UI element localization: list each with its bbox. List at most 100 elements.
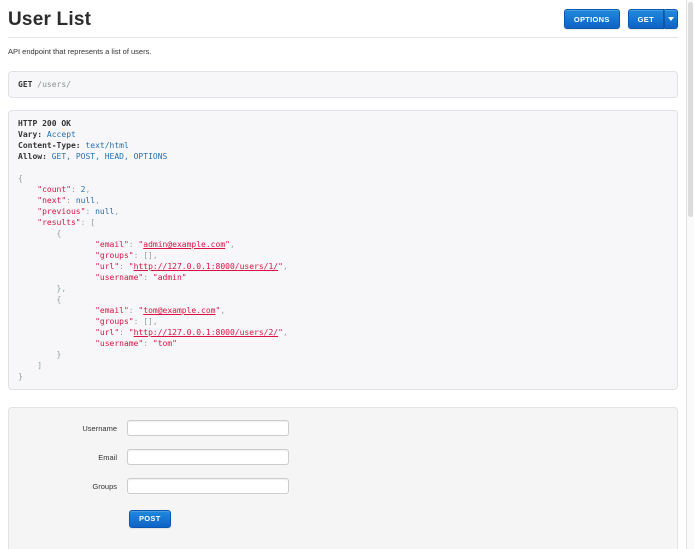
- code-segment: :: [143, 339, 153, 348]
- code-line: Content-Type: text/html: [18, 140, 668, 151]
- code-line: "url": "http://127.0.0.1:8000/users/2/",: [18, 327, 668, 338]
- code-segment: :: [71, 185, 81, 194]
- code-line: "email": "admin@example.com",: [18, 239, 668, 250]
- code-segment: "tom": [153, 339, 177, 348]
- code-line: "count": 2,: [18, 184, 668, 195]
- code-segment: ,: [230, 240, 235, 249]
- code-segment: "results": [37, 218, 80, 227]
- groups-label: Groups: [9, 478, 117, 491]
- code-segment: [18, 262, 95, 271]
- form-row-groups: Groups: [9, 478, 677, 494]
- code-line: }: [18, 371, 668, 382]
- code-segment: [18, 196, 37, 205]
- code-segment: : [: [81, 218, 95, 227]
- header-divider: [8, 37, 678, 38]
- response-body: HTTP 200 OKVary: AcceptContent-Type: tex…: [8, 110, 678, 390]
- code-segment: :: [143, 273, 153, 282]
- code-segment: text/html: [85, 141, 128, 150]
- endpoint-description: API endpoint that represents a list of u…: [8, 47, 678, 56]
- code-line: "groups": [],: [18, 250, 668, 261]
- code-segment: :: [66, 196, 76, 205]
- code-line: "next": null,: [18, 195, 668, 206]
- code-line: }: [18, 349, 668, 360]
- code-segment: ,: [95, 196, 100, 205]
- code-segment: :: [129, 306, 139, 315]
- code-segment: "username": [95, 339, 143, 348]
- code-segment: null: [95, 207, 114, 216]
- code-segment: [18, 361, 37, 370]
- code-segment: [18, 306, 95, 315]
- code-segment: null: [76, 196, 95, 205]
- code-segment: [18, 218, 37, 227]
- groups-input[interactable]: [127, 478, 289, 494]
- response-link[interactable]: http://127.0.0.1:8000/users/1/: [134, 262, 279, 271]
- code-segment: :: [129, 240, 139, 249]
- scrollbar-thumb[interactable]: [688, 2, 693, 217]
- code-line: {: [18, 173, 668, 184]
- code-segment: [18, 284, 57, 293]
- code-segment: :: [85, 207, 95, 216]
- options-button[interactable]: OPTIONS: [564, 9, 620, 29]
- form-row-username: Username: [9, 420, 677, 436]
- scrollbar-track[interactable]: [686, 0, 694, 549]
- code-segment: [18, 273, 95, 282]
- code-segment: "groups": [95, 317, 134, 326]
- code-segment: "username": [95, 273, 143, 282]
- code-segment: "groups": [95, 251, 134, 260]
- code-segment: [18, 251, 95, 260]
- code-segment: [18, 240, 95, 249]
- code-segment: "url": [95, 262, 119, 271]
- code-segment: "next": [37, 196, 66, 205]
- response-link[interactable]: http://127.0.0.1:8000/users/2/: [134, 328, 279, 337]
- code-segment: "admin": [153, 273, 187, 282]
- code-segment: Content-Type:: [18, 141, 81, 150]
- code-segment: "previous": [37, 207, 85, 216]
- code-segment: [18, 185, 37, 194]
- get-dropdown-toggle[interactable]: [664, 9, 678, 29]
- code-segment: HTTP 200 OK: [18, 119, 71, 128]
- code-segment: ,: [283, 262, 288, 271]
- code-line: "username": "admin": [18, 272, 668, 283]
- code-segment: "email": [95, 306, 129, 315]
- get-button[interactable]: GET: [628, 9, 664, 29]
- code-segment: GET, POST, HEAD, OPTIONS: [52, 152, 168, 161]
- code-segment: ,: [114, 207, 119, 216]
- chevron-down-icon: [668, 17, 674, 21]
- code-segment: {: [57, 295, 62, 304]
- code-line: "results": [: [18, 217, 668, 228]
- username-input[interactable]: [127, 420, 289, 436]
- code-line: Vary: Accept: [18, 129, 668, 140]
- page-header: User List OPTIONS GET: [8, 0, 678, 32]
- code-line: "url": "http://127.0.0.1:8000/users/1/",: [18, 261, 668, 272]
- response-link[interactable]: admin@example.com: [143, 240, 225, 249]
- code-segment: ,: [283, 328, 288, 337]
- request-method: GET: [18, 80, 32, 89]
- header-buttons: OPTIONS GET: [564, 8, 678, 29]
- username-label: Username: [9, 420, 117, 433]
- code-segment: [18, 295, 57, 304]
- code-segment: ]: [37, 361, 42, 370]
- request-path: /users/: [37, 80, 71, 89]
- code-line: "groups": [],: [18, 316, 668, 327]
- get-button-group: GET: [628, 9, 678, 29]
- code-line: },: [18, 283, 668, 294]
- post-button[interactable]: POST: [129, 510, 171, 528]
- code-segment: [18, 229, 57, 238]
- page: User List OPTIONS GET API endpoint that …: [8, 0, 678, 549]
- code-segment: [18, 339, 95, 348]
- code-segment: "url": [95, 328, 119, 337]
- code-segment: :: [119, 262, 129, 271]
- code-line: Allow: GET, POST, HEAD, OPTIONS: [18, 151, 668, 162]
- email-input[interactable]: [127, 449, 289, 465]
- code-segment: :: [119, 328, 129, 337]
- code-segment: Vary:: [18, 130, 42, 139]
- code-segment: [18, 317, 95, 326]
- code-segment: [18, 328, 95, 337]
- code-segment: : [],: [134, 317, 158, 326]
- code-segment: }: [18, 372, 23, 381]
- code-line: {: [18, 228, 668, 239]
- email-label: Email: [9, 449, 117, 462]
- form-actions: POST: [129, 508, 677, 528]
- code-line: {: [18, 294, 668, 305]
- response-link[interactable]: tom@example.com: [143, 306, 215, 315]
